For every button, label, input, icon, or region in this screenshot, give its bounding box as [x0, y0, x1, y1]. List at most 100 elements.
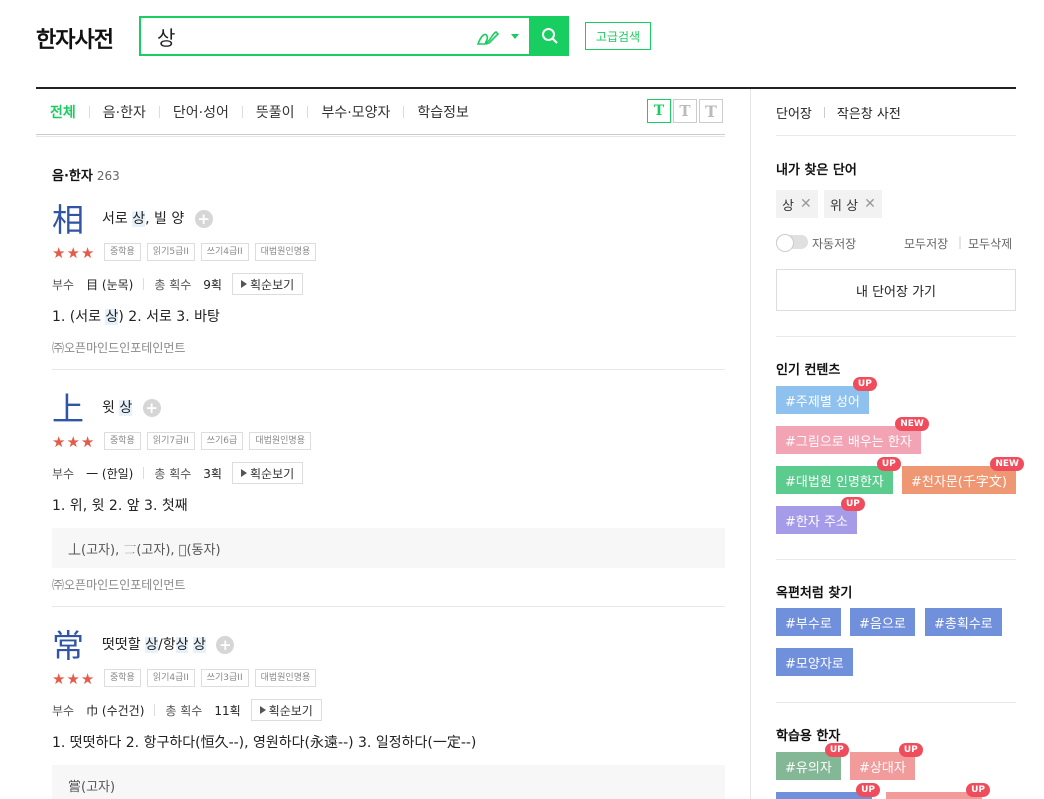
stroke-order-button[interactable]: 획순보기 — [231, 273, 304, 295]
level-badges: 중학용 읽기5급II 쓰기4급II 대법원인명용 — [104, 243, 317, 261]
info-divider — [154, 704, 156, 716]
tab-all[interactable]: 전체 — [50, 102, 76, 122]
tab-divider — [307, 106, 309, 118]
source-credit[interactable]: ㈜오픈마인드인포테인먼트 — [52, 576, 185, 593]
delete-all-link[interactable]: 모두삭제 — [968, 235, 1012, 252]
okpyeon-tag[interactable]: #총획수로 — [925, 608, 1002, 636]
auto-save-label: 자동저장 — [812, 237, 857, 251]
meaning-text: /항 — [157, 637, 176, 653]
recent-word-label[interactable]: 위 상 — [830, 195, 858, 214]
tag-label: #그림으로 배우는 한자 — [785, 434, 912, 450]
add-wordbook-icon[interactable]: + — [216, 636, 235, 654]
my-wordbook-button[interactable]: 내 단어장 가기 — [776, 269, 1016, 311]
hanja-definitions: 1. 위, 윗 2. 앞 3. 첫째 — [52, 498, 188, 514]
info-divider — [143, 467, 145, 479]
close-icon[interactable]: ✕ — [864, 196, 876, 212]
study-tag-partial[interactable]: UP — [886, 783, 990, 799]
up-badge: UP — [852, 377, 877, 391]
okpyeon-tag[interactable]: #모양자로 — [776, 648, 853, 676]
importance-stars: ★★★ — [52, 433, 96, 451]
study-tag[interactable]: #유의자 UP — [776, 743, 849, 780]
stroke-order-label: 획순보기 — [268, 703, 313, 718]
strokes-label: 총 획수 — [165, 703, 203, 718]
radical-value[interactable]: 巾 (수건건) — [86, 702, 144, 719]
hanja-meaning: 떳떳할 상/항상 상 + — [102, 634, 235, 654]
level-badge: 쓰기3급II — [200, 669, 249, 687]
text-size-medium-button[interactable]: T — [673, 99, 697, 123]
handwriting-icon[interactable] — [475, 26, 501, 48]
tab-words[interactable]: 단어·성어 — [173, 102, 229, 122]
tab-divider — [158, 106, 160, 118]
sidebar-divider — [776, 135, 1016, 136]
study-tag-partial[interactable]: UP — [776, 783, 880, 799]
radical-value[interactable]: 目 (눈목) — [86, 276, 133, 293]
definition-text: 1. (서로 — [52, 309, 106, 325]
level-badge: 읽기7급II — [146, 432, 195, 450]
stroke-order-button[interactable]: 획순보기 — [250, 699, 322, 721]
advanced-search-button[interactable]: 고급검색 — [585, 22, 651, 50]
hanja-definitions: 1. 떳떳하다 2. 항구하다(恒久--), 영원하다(永遠--) 3. 일정하… — [52, 735, 477, 751]
meaning-highlight: 상 — [192, 637, 206, 653]
search-input[interactable] — [157, 23, 457, 49]
auto-save-toggle[interactable] — [776, 234, 808, 252]
level-badge: 쓰기4급II — [200, 243, 249, 261]
meaning-highlight: 상 — [145, 637, 158, 653]
meaning-highlight: 상 — [175, 637, 189, 653]
tab-radical[interactable]: 부수·모양자 — [321, 102, 390, 122]
tab-meaning[interactable]: 뜻풀이 — [256, 102, 295, 122]
dictionary-logo[interactable]: 한자사전 — [36, 22, 114, 54]
okpyeon-tag[interactable]: #음으로 — [850, 608, 915, 636]
up-badge: UP — [856, 783, 880, 797]
level-badge: 중학용 — [104, 669, 141, 687]
study-hanja-title: 학습용 한자 — [776, 729, 841, 744]
section-count: 263 — [96, 169, 120, 183]
link-divider: | — [958, 235, 963, 249]
popular-tag[interactable]: #한자 주소 UP — [776, 497, 865, 534]
popular-content-title: 인기 컨텐츠 — [776, 363, 841, 378]
tab-divider — [88, 106, 90, 118]
okpyeon-tag[interactable]: #부수로 — [776, 608, 841, 636]
radical-value[interactable]: 一 (한일) — [86, 465, 133, 482]
play-icon — [240, 469, 247, 477]
search-button[interactable] — [531, 16, 569, 56]
tab-study[interactable]: 학습정보 — [417, 102, 469, 122]
study-tag[interactable]: #상대자 UP — [850, 743, 923, 780]
tab-wordbook[interactable]: 단어장 — [776, 103, 812, 122]
hanja-info: 부수 一 (한일) 총 획수 3획 획순보기 — [52, 462, 304, 484]
level-badges: 중학용 읽기4급II 쓰기3급II 대법원인명용 — [104, 669, 317, 687]
close-icon[interactable]: ✕ — [800, 196, 812, 212]
hanja-character[interactable]: 上 — [52, 389, 84, 429]
recent-word-chip[interactable]: 상 ✕ — [776, 190, 818, 218]
add-wordbook-icon[interactable]: + — [194, 210, 213, 228]
tab-hanja[interactable]: 음·한자 — [103, 102, 146, 122]
stroke-order-label: 획순보기 — [249, 277, 295, 292]
popular-tag[interactable]: #대법원 인명한자 UP — [776, 457, 901, 494]
play-icon — [259, 706, 266, 714]
hanja-meaning: 윗 상 + — [102, 397, 161, 417]
sidebar-divider — [776, 336, 1016, 337]
tag-label: #유의자 — [785, 760, 832, 776]
info-divider — [143, 278, 145, 290]
text-size-large-button[interactable]: T — [699, 99, 723, 123]
stroke-order-button[interactable]: 획순보기 — [231, 462, 304, 484]
level-badge: 읽기5급II — [146, 243, 195, 261]
text-size-small-button[interactable]: T — [647, 99, 671, 123]
result-tabs: 전체 음·한자 단어·성어 뜻풀이 부수·모양자 학습정보 — [50, 103, 469, 121]
definition-highlight: 상 — [105, 309, 119, 325]
hanja-character[interactable]: 常 — [52, 626, 84, 666]
recent-word-label[interactable]: 상 — [782, 195, 794, 214]
hanja-character[interactable]: 相 — [52, 200, 84, 240]
popular-tag[interactable]: #주제별 성어 UP — [776, 377, 877, 414]
add-wordbook-icon[interactable]: + — [142, 399, 161, 417]
source-credit[interactable]: ㈜오픈마인드인포테인먼트 — [52, 339, 185, 356]
stroke-order-label: 획순보기 — [249, 466, 295, 481]
recent-word-chip[interactable]: 위 상 ✕ — [824, 190, 882, 218]
save-all-link[interactable]: 모두저장 — [904, 235, 948, 252]
tag-label: #천자문(千字文) — [911, 474, 1007, 490]
popular-tag[interactable]: #그림으로 배우는 한자 NEW — [776, 417, 929, 454]
level-badges: 중학용 읽기7급II 쓰기6급 대법원인명용 — [104, 432, 311, 450]
tab-mini-dictionary[interactable]: 작은창 사전 — [837, 103, 901, 122]
chevron-down-icon[interactable] — [511, 34, 519, 39]
popular-tag[interactable]: #천자문(千字文) NEW — [902, 457, 1024, 494]
tag-label: #대법원 인명한자 — [785, 474, 884, 490]
